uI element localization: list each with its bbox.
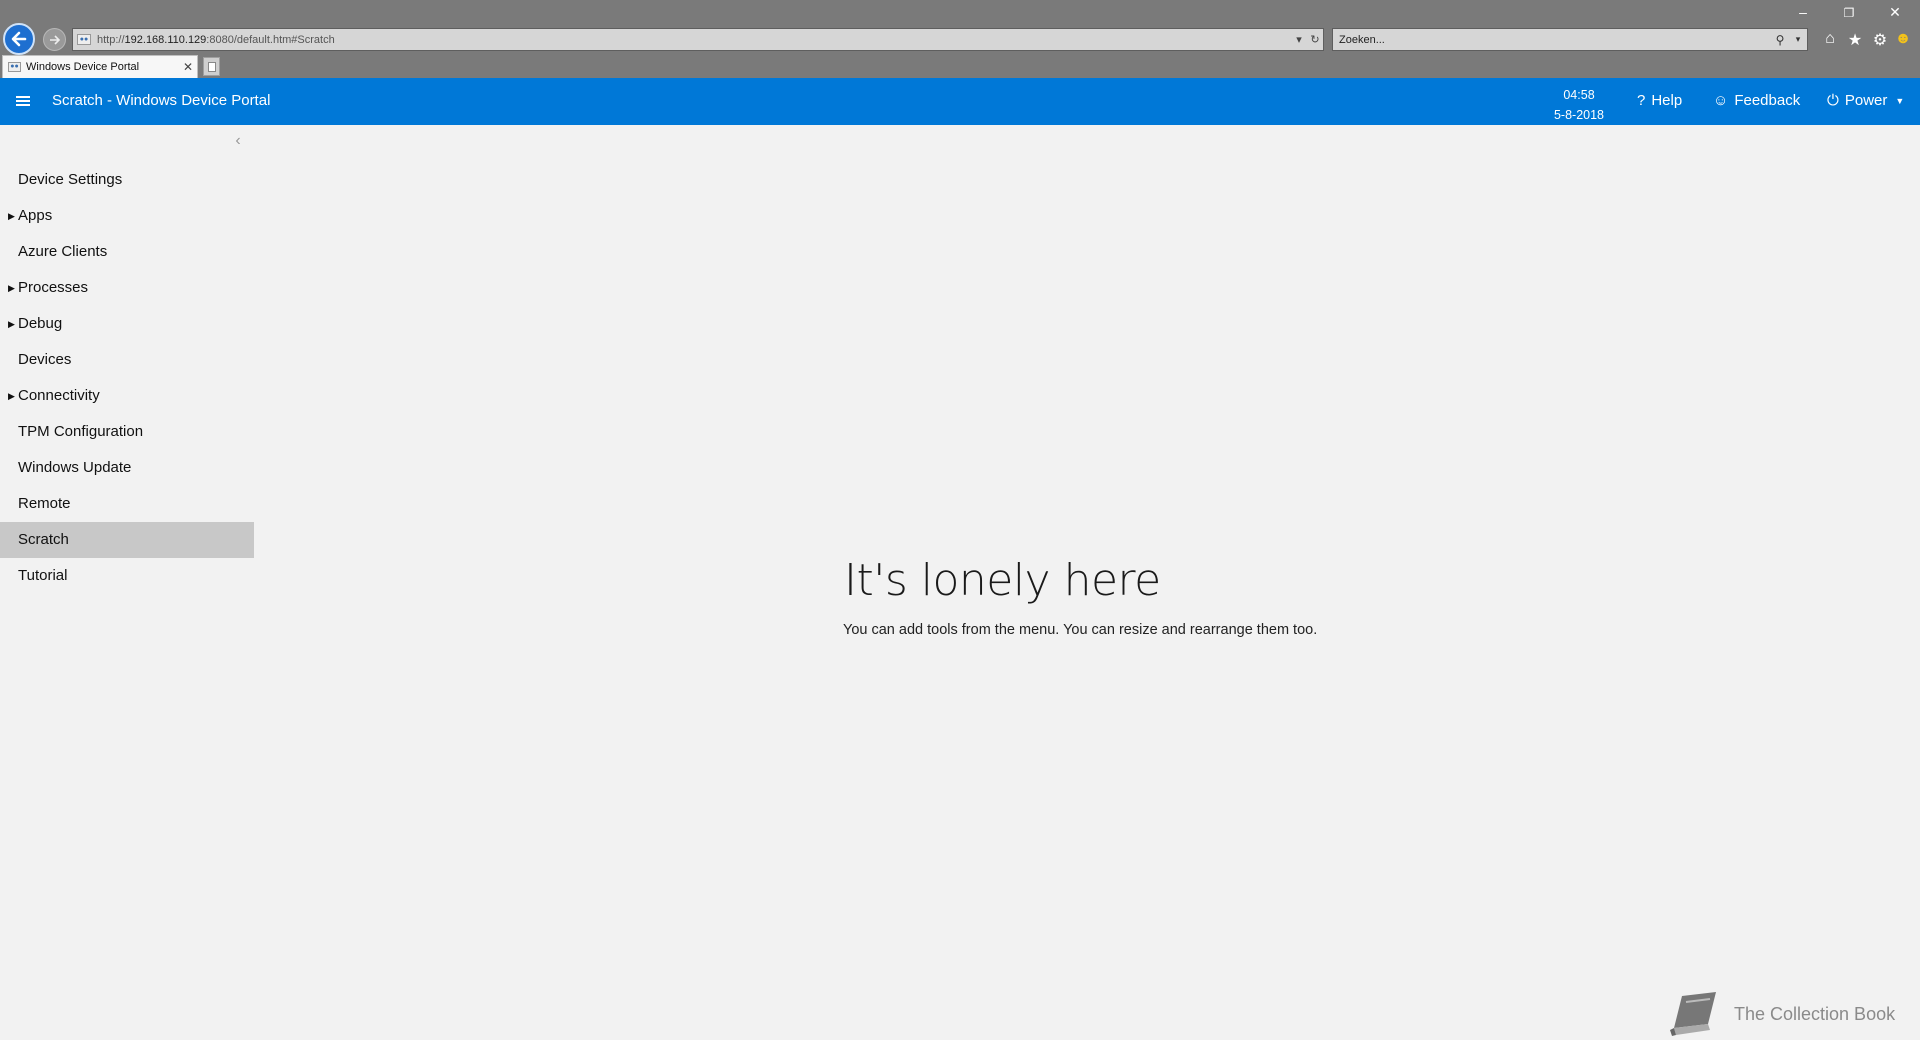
sidebar-item-debug[interactable]: ▶ Debug [0,306,254,342]
sidebar-item-connectivity[interactable]: ▶ Connectivity [0,378,254,414]
forward-button[interactable] [43,28,66,51]
clock-time: 04:58 [1563,88,1595,102]
power-icon: ⏻ [1827,92,1839,109]
new-tab-icon [208,62,216,72]
sidebar-item-tutorial[interactable]: Tutorial [0,558,254,594]
search-icon[interactable]: ⚲ [1771,33,1789,47]
sidebar: ‹ Device Settings ▶ Apps Azure Clients ▶ Proc… [0,125,254,1040]
url-prefix: http:// [97,33,125,46]
feedback-button[interactable]: ☺ Feedback [1713,92,1800,109]
sidebar-item-remote[interactable]: Remote [0,486,254,522]
sidebar-menu: Device Settings ▶ Apps Azure Clients ▶ Proces… [0,162,254,594]
minimize-icon[interactable]: – [1792,4,1814,20]
sidebar-item-windows-update[interactable]: Windows Update [0,450,254,486]
home-icon[interactable]: ⌂ [1820,30,1840,48]
watermark-text: The Collection Book [1734,1003,1896,1024]
tab-favicon-icon: ●● [8,62,21,72]
sidebar-item-label: Processes [18,279,89,296]
sidebar-item-label: Connectivity [18,387,100,404]
tab-close-icon[interactable]: ✕ [179,60,197,74]
page-title: Scratch - Windows Device Portal [52,92,271,109]
expand-triangle-icon[interactable]: ▶ [8,378,15,414]
url-rest: :8080/default.htm#Scratch [206,33,335,46]
expand-triangle-icon[interactable]: ▶ [8,306,15,342]
power-label: Power [1844,92,1888,109]
close-window-icon[interactable]: ✕ [1884,4,1906,21]
site-favicon-icon: ●● [77,34,91,45]
refresh-icon[interactable]: ↻ [1307,33,1323,46]
url-host: 192.168.110.129 [124,33,207,46]
book-icon [1670,992,1716,1036]
sidebar-item-apps[interactable]: ▶ Apps [0,198,254,234]
new-tab-button[interactable] [203,57,220,76]
back-arrow-icon [11,31,27,47]
help-button[interactable]: ? Help [1637,92,1682,109]
hamburger-menu-icon[interactable] [16,96,30,107]
sidebar-item-device-settings[interactable]: Device Settings [0,162,254,198]
restore-icon[interactable]: ❐ [1838,6,1860,20]
search-dropdown-icon[interactable]: ▾ [1789,34,1807,45]
expand-triangle-icon[interactable]: ▶ [8,198,15,234]
search-placeholder[interactable]: Zoeken... [1339,34,1771,46]
app-header: Scratch - Windows Device Portal 04:58 5-… [0,78,1920,125]
sidebar-item-tpm-configuration[interactable]: TPM Configuration [0,414,254,450]
question-icon: ? [1637,92,1646,109]
sidebar-item-label: Device Settings [18,171,123,188]
search-box[interactable]: Zoeken... ⚲ ▾ [1332,28,1808,51]
gear-icon[interactable]: ⚙ [1870,30,1890,50]
smiley-outline-icon: ☺ [1713,92,1729,109]
address-bar[interactable]: ●● http://192.168.110.129:8080/default.h… [72,28,1324,51]
clock: 04:58 5-8-2018 [1540,85,1618,125]
url-text[interactable]: http://192.168.110.129:8080/default.htm#… [97,34,1291,46]
back-button[interactable] [3,23,35,55]
forward-arrow-icon [49,34,60,45]
clock-date: 5-8-2018 [1553,108,1605,122]
sidebar-item-label: Scratch [18,531,69,548]
chevron-down-icon: ▼ [1895,95,1905,106]
smiley-icon[interactable]: ☻ [1893,30,1913,48]
empty-state-subtext: You can add tools from the menu. You can… [843,622,1318,638]
sidebar-item-label: Devices [18,351,72,368]
sidebar-item-label: Azure Clients [18,243,108,260]
address-dropdown-icon[interactable]: ▾ [1291,33,1307,46]
power-button[interactable]: ⏻ Power ▼ [1827,92,1904,109]
star-icon[interactable]: ★ [1845,30,1865,50]
browser-chrome: – ❐ ✕ ●● http://192.168.110.129:8080/def… [0,0,1920,78]
sidebar-item-label: TPM Configuration [18,423,144,440]
sidebar-item-label: Windows Update [18,459,132,476]
sidebar-item-label: Tutorial [18,567,68,584]
tab-title: Windows Device Portal [26,61,140,73]
sidebar-item-label: Debug [18,315,63,332]
watermark: The Collection Book [1668,990,1895,1038]
feedback-label: Feedback [1734,92,1801,109]
browser-tab[interactable]: ●● Windows Device Portal ✕ [2,55,198,78]
sidebar-item-processes[interactable]: ▶ Processes [0,270,254,306]
empty-state-heading: It's lonely here [844,555,1161,606]
sidebar-item-devices[interactable]: Devices [0,342,254,378]
expand-triangle-icon[interactable]: ▶ [8,270,15,306]
help-label: Help [1651,92,1683,109]
sidebar-item-label: Apps [18,207,53,224]
collapse-sidebar-icon[interactable]: ‹ [230,132,246,150]
sidebar-item-azure-clients[interactable]: Azure Clients [0,234,254,270]
main-content: It's lonely here You can add tools from … [254,125,1920,1040]
sidebar-item-label: Remote [18,495,71,512]
sidebar-item-scratch[interactable]: Scratch [0,522,254,558]
